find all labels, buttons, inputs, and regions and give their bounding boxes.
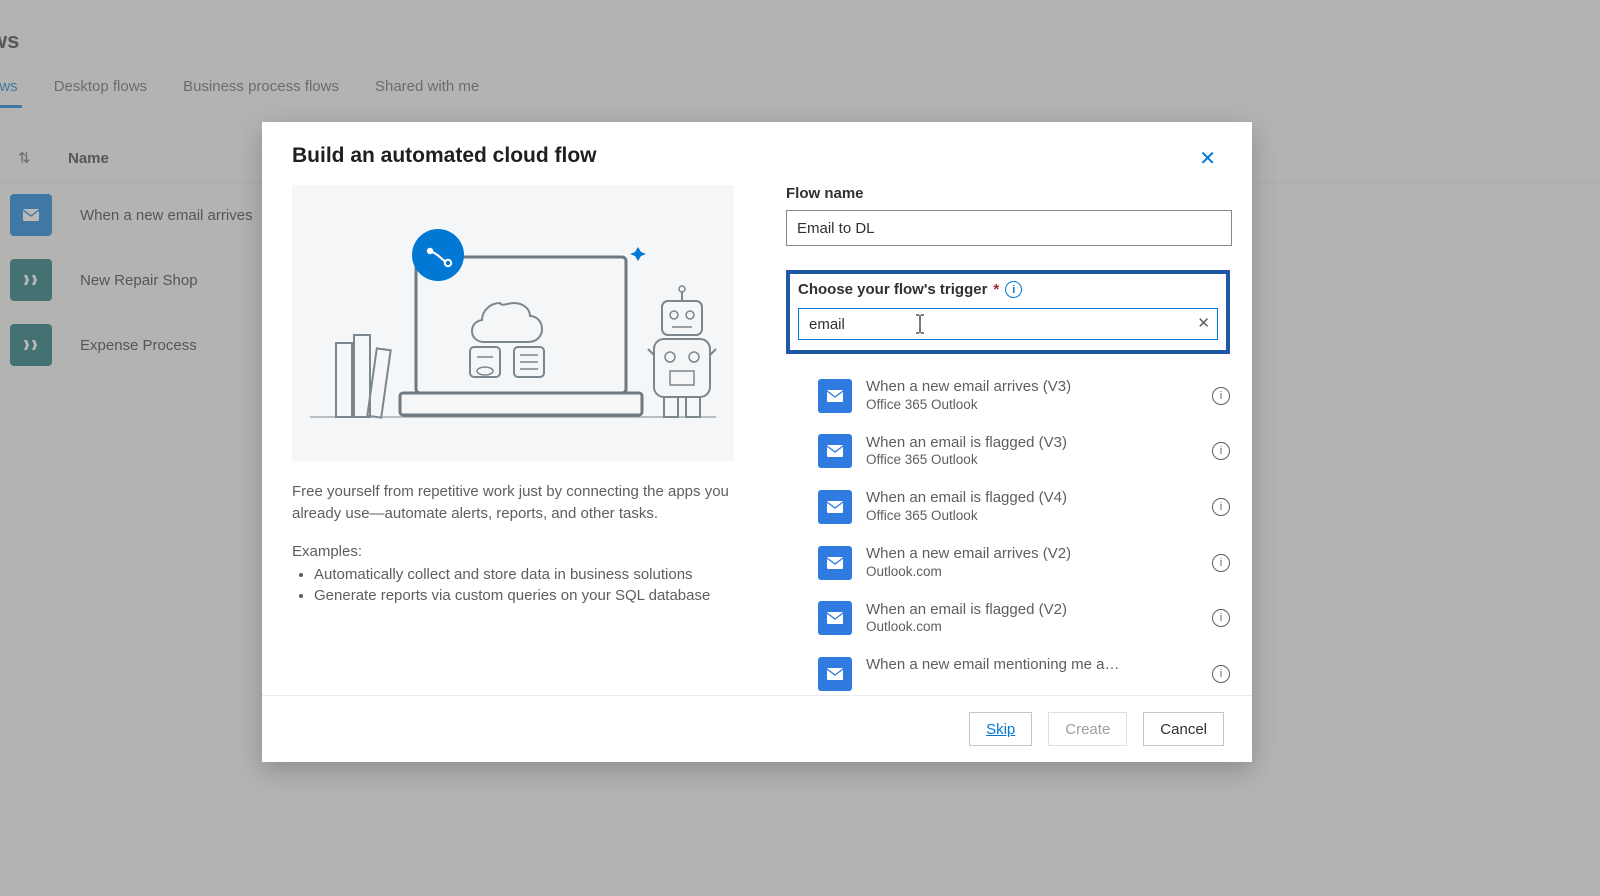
trigger-title: When a new email mentioning me a… [866, 656, 1198, 675]
required-mark: * [993, 281, 999, 298]
info-icon[interactable]: i [1005, 281, 1022, 298]
outlook-icon [818, 546, 852, 580]
flow-name-label: Flow name [786, 185, 1242, 202]
trigger-sub: Outlook.com [866, 564, 1198, 581]
trigger-title: When an email is flagged (V2) [866, 601, 1198, 620]
info-icon[interactable]: i [1212, 498, 1230, 516]
clear-icon[interactable]: ✕ [1197, 314, 1210, 332]
info-icon[interactable]: i [1212, 442, 1230, 460]
example-item: Automatically collect and store data in … [314, 564, 734, 586]
modal-description: Free yourself from repetitive work just … [292, 481, 734, 525]
trigger-results: When a new email arrives (V3) Office 365… [814, 368, 1242, 692]
illustration [292, 185, 734, 461]
modal-title: Build an automated cloud flow [292, 144, 597, 168]
info-icon[interactable]: i [1212, 665, 1230, 683]
info-icon[interactable]: i [1212, 609, 1230, 627]
trigger-sub: Outlook.com [866, 619, 1198, 636]
trigger-label: Choose your flow's trigger * i [798, 281, 1218, 298]
example-item: Generate reports via custom queries on y… [314, 585, 734, 607]
trigger-item[interactable]: When an email is flagged (V4) Office 365… [814, 479, 1242, 535]
examples-label: Examples: [292, 543, 734, 560]
outlook-icon [818, 434, 852, 468]
trigger-title: When an email is flagged (V3) [866, 434, 1198, 453]
trigger-sub: Office 365 Outlook [866, 452, 1198, 469]
outlook-icon [818, 657, 852, 691]
flow-name-input[interactable] [786, 210, 1232, 246]
cancel-button[interactable]: Cancel [1143, 712, 1224, 746]
outlook-icon [818, 601, 852, 635]
trigger-item[interactable]: When an email is flagged (V3) Office 365… [814, 424, 1242, 480]
create-button[interactable]: Create [1048, 712, 1127, 746]
build-flow-modal: Build an automated cloud flow ✕ [262, 122, 1252, 762]
trigger-title: When a new email arrives (V3) [866, 378, 1198, 397]
trigger-item[interactable]: When an email is flagged (V2) Outlook.co… [814, 591, 1242, 647]
trigger-title: When a new email arrives (V2) [866, 545, 1198, 564]
trigger-sub: Office 365 Outlook [866, 397, 1198, 414]
outlook-icon [818, 379, 852, 413]
trigger-title: When an email is flagged (V4) [866, 489, 1198, 508]
close-icon[interactable]: ✕ [1193, 144, 1222, 173]
trigger-item[interactable]: When a new email arrives (V2) Outlook.co… [814, 535, 1242, 591]
modal-footer: Skip Create Cancel [262, 695, 1252, 762]
trigger-sub: Office 365 Outlook [866, 508, 1198, 525]
trigger-item[interactable]: When a new email mentioning me a… x i [814, 646, 1242, 692]
outlook-icon [818, 490, 852, 524]
skip-button[interactable]: Skip [969, 712, 1032, 746]
trigger-highlight-box: Choose your flow's trigger * i ✕ [786, 270, 1230, 354]
trigger-item[interactable]: When a new email arrives (V3) Office 365… [814, 368, 1242, 424]
info-icon[interactable]: i [1212, 387, 1230, 405]
info-icon[interactable]: i [1212, 554, 1230, 572]
modal-overlay: Build an automated cloud flow ✕ [0, 0, 1600, 896]
trigger-search-input[interactable] [798, 308, 1218, 340]
examples-list: Automatically collect and store data in … [292, 564, 734, 608]
